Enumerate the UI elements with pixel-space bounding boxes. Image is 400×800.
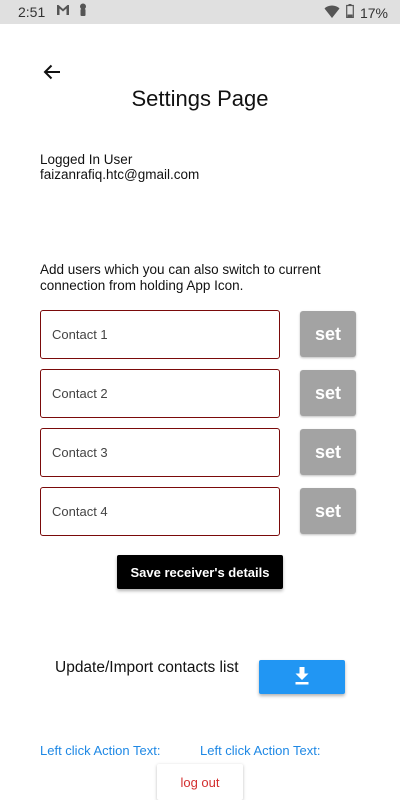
status-right: 17%: [324, 4, 388, 21]
status-bar: 2:51 17%: [0, 0, 400, 24]
contact-2-input[interactable]: [40, 369, 280, 418]
wifi-icon: [324, 5, 340, 21]
logout-button[interactable]: log out: [157, 764, 243, 800]
battery-percent: 17%: [359, 4, 388, 21]
logged-in-user-label: Logged In User: [40, 152, 133, 167]
left-click-action-text-2[interactable]: Left click Action Text:: [200, 743, 320, 758]
page-title: Settings Page: [131, 86, 269, 111]
notification-icon: [78, 3, 88, 22]
set-contact-2-button[interactable]: set: [300, 370, 356, 416]
battery-icon: [346, 4, 354, 21]
gmail-icon: [56, 3, 70, 21]
import-contacts-label: Update/Import contacts list: [55, 659, 239, 676]
contact-4-input[interactable]: [40, 487, 280, 536]
contact-1-input[interactable]: [40, 310, 280, 359]
status-time: 2:51: [18, 4, 46, 20]
save-receivers-details-button[interactable]: Save receiver's details: [117, 555, 283, 589]
arrow-left-icon: [43, 64, 61, 85]
download-icon: [295, 666, 309, 688]
import-contacts-button[interactable]: [259, 660, 345, 694]
logged-in-user-email: faizanrafiq.htc@gmail.com: [40, 167, 200, 182]
contact-3-input[interactable]: [40, 428, 280, 477]
back-button[interactable]: [36, 60, 68, 88]
instructions-text: Add users which you can also switch to c…: [40, 262, 321, 293]
left-click-action-text-1[interactable]: Left click Action Text:: [40, 743, 160, 758]
notification-icons: [56, 3, 88, 22]
set-contact-4-button[interactable]: set: [300, 488, 356, 534]
set-contact-1-button[interactable]: set: [300, 311, 356, 357]
set-contact-3-button[interactable]: set: [300, 429, 356, 475]
